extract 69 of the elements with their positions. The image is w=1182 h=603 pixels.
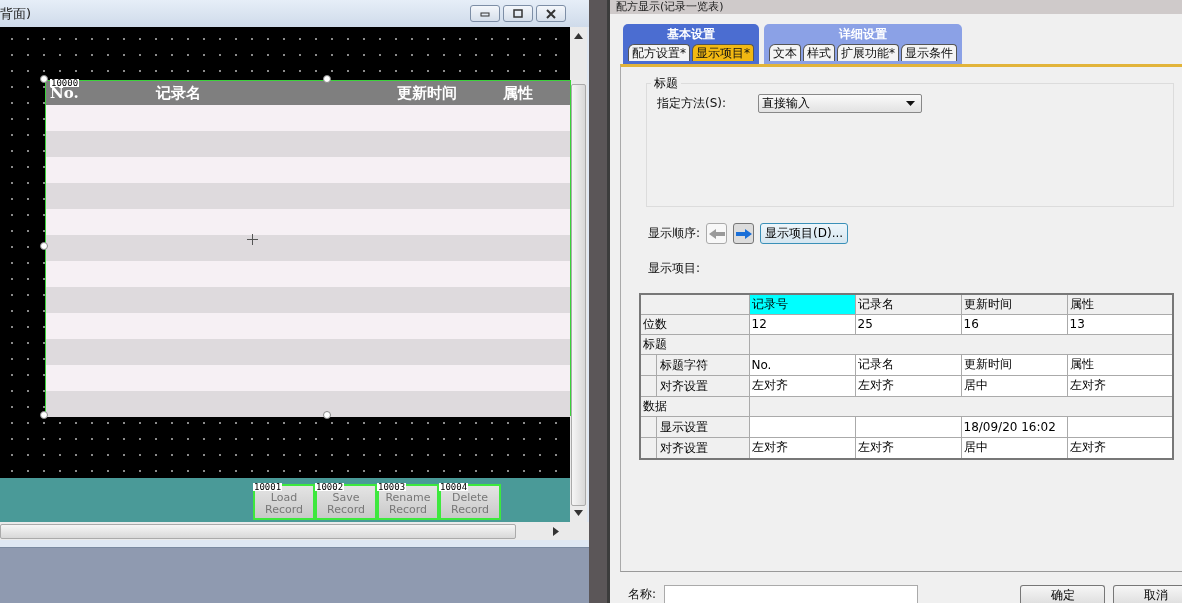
name-input-field[interactable] xyxy=(664,585,919,603)
up-arrow-icon xyxy=(574,33,583,39)
scroll-thumb[interactable] xyxy=(571,83,586,506)
tab[interactable]: 样式 xyxy=(803,44,835,61)
tab[interactable]: 显示条件 xyxy=(901,44,957,61)
right-arrow-icon xyxy=(553,526,560,536)
move-right-button[interactable] xyxy=(733,223,755,244)
dialog-title: 配方显示(记录一览表) xyxy=(616,0,724,13)
close-button[interactable] xyxy=(536,5,567,22)
field-label: 名称: xyxy=(628,586,657,603)
dropdown-arrow-icon xyxy=(906,101,916,106)
row-header: 位数 xyxy=(640,314,749,334)
resize-handle[interactable] xyxy=(323,75,331,83)
display-items-button[interactable]: 显示项目(D)... xyxy=(760,223,849,244)
horizontal-scrollbar[interactable] xyxy=(0,522,590,540)
tab-group-label: 详细设置 xyxy=(839,26,887,43)
field-label: 指定方法(S): xyxy=(657,95,727,112)
tab-group[interactable]: 基本设置 配方设置* 显示项目* xyxy=(623,24,759,64)
column-header[interactable]: 更新时间 xyxy=(961,294,1067,314)
column-header: 属性 xyxy=(503,84,533,103)
window-title: 背面) xyxy=(0,4,32,23)
tab[interactable]: 显示项目* xyxy=(692,44,754,61)
row-header: 标题字符 xyxy=(640,354,749,375)
record-list-widget[interactable]: No. 记录名 更新时间 属性 10000 xyxy=(45,80,571,416)
ok-button[interactable]: 确定 xyxy=(1020,585,1105,603)
column-header[interactable]: 记录名 xyxy=(855,294,961,314)
column-header: 记录名 xyxy=(156,84,201,103)
down-arrow-icon xyxy=(574,510,583,516)
resize-handle[interactable] xyxy=(40,411,48,419)
record-button[interactable]: 10002 Save Record xyxy=(315,484,377,520)
record-button[interactable]: 10001 Load Record xyxy=(253,484,315,520)
row-header: 标题 xyxy=(640,334,749,354)
resize-handle[interactable] xyxy=(40,242,48,250)
row-header: 数据 xyxy=(640,396,749,416)
minimize-button[interactable] xyxy=(470,5,501,22)
row-header: 对齐设置 xyxy=(640,375,749,396)
crosshair-icon xyxy=(247,234,258,245)
row-header: 显示设置 xyxy=(640,416,749,437)
resize-handle[interactable] xyxy=(40,75,48,83)
vertical-scrollbar[interactable] xyxy=(570,27,587,522)
object-id-label: 10003 xyxy=(377,483,407,491)
field-label: 显示顺序: xyxy=(648,225,701,242)
column-header[interactable]: 属性 xyxy=(1067,294,1173,314)
object-id-label: 10001 xyxy=(253,483,283,491)
maximize-icon xyxy=(512,8,525,19)
object-id-label: 10000 xyxy=(50,79,80,87)
column-header: 更新时间 xyxy=(397,84,457,103)
row-header: 对齐设置 xyxy=(640,437,749,459)
resize-handle[interactable] xyxy=(323,411,331,419)
cancel-button[interactable]: 取消 xyxy=(1113,585,1182,603)
maximize-button[interactable] xyxy=(503,5,534,22)
scroll-thumb[interactable] xyxy=(0,523,516,539)
tab[interactable]: 配方设置* xyxy=(628,44,690,61)
record-button[interactable]: 10003 Rename Record xyxy=(377,484,439,520)
object-id-label: 10002 xyxy=(315,483,345,491)
close-icon xyxy=(545,8,558,19)
minimize-icon xyxy=(479,9,492,18)
group-title: 标题 xyxy=(651,75,681,92)
tab[interactable]: 扩展功能* xyxy=(837,44,899,61)
tab-group-label: 基本设置 xyxy=(667,26,715,43)
tab[interactable]: 文本 xyxy=(769,44,801,61)
record-button[interactable]: 10004 Delete Record xyxy=(439,484,501,520)
column-header[interactable]: 记录号 xyxy=(749,294,855,314)
right-arrow-icon xyxy=(735,228,752,239)
section-label: 显示项目: xyxy=(647,260,702,277)
object-id-label: 10004 xyxy=(439,483,469,491)
method-dropdown[interactable]: 直接输入 xyxy=(758,94,923,113)
tab-group[interactable]: 详细设置 文本 样式 扩展功能* 显示条件 xyxy=(764,24,962,64)
left-arrow-icon xyxy=(708,228,725,239)
